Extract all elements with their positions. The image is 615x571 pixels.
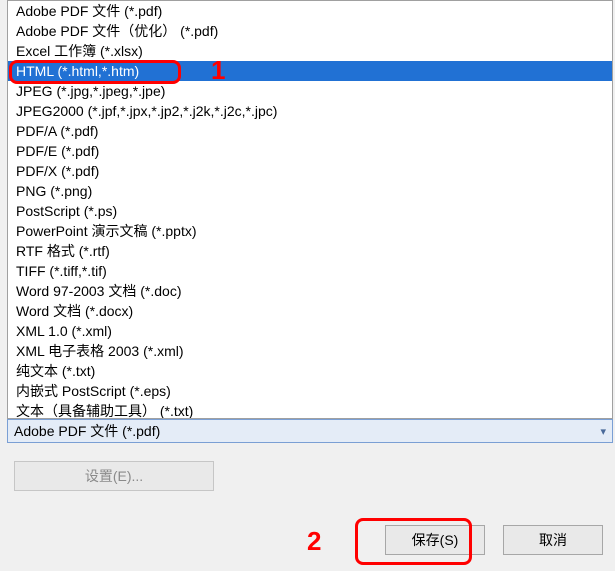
file-type-item[interactable]: PostScript (*.ps): [8, 201, 612, 221]
file-type-item[interactable]: 纯文本 (*.txt): [8, 361, 612, 381]
file-type-item[interactable]: PDF/E (*.pdf): [8, 141, 612, 161]
file-type-item[interactable]: 内嵌式 PostScript (*.eps): [8, 381, 612, 401]
annotation-label-2: 2: [307, 526, 321, 557]
file-type-item[interactable]: JPEG2000 (*.jpf,*.jpx,*.jp2,*.j2k,*.j2c,…: [8, 101, 612, 121]
file-type-listbox[interactable]: Adobe PDF 文件 (*.pdf)Adobe PDF 文件（优化） (*.…: [7, 0, 613, 419]
file-type-item[interactable]: Adobe PDF 文件 (*.pdf): [8, 1, 612, 21]
save-button[interactable]: 保存(S): [385, 525, 485, 555]
file-type-dropdown[interactable]: Adobe PDF 文件 (*.pdf) ▾: [7, 419, 613, 443]
file-type-item[interactable]: TIFF (*.tiff,*.tif): [8, 261, 612, 281]
file-type-item[interactable]: RTF 格式 (*.rtf): [8, 241, 612, 261]
file-type-item[interactable]: XML 1.0 (*.xml): [8, 321, 612, 341]
dialog-button-row: 保存(S) 取消: [385, 525, 603, 555]
file-type-item[interactable]: HTML (*.html,*.htm): [8, 61, 612, 81]
file-type-item[interactable]: 文本（具备辅助工具） (*.txt): [8, 401, 612, 419]
file-type-item[interactable]: XML 电子表格 2003 (*.xml): [8, 341, 612, 361]
save-button-label: 保存(S): [412, 532, 459, 548]
file-type-item[interactable]: Excel 工作簿 (*.xlsx): [8, 41, 612, 61]
chevron-down-icon: ▾: [600, 425, 606, 438]
file-type-item[interactable]: Word 文档 (*.docx): [8, 301, 612, 321]
file-type-item[interactable]: PNG (*.png): [8, 181, 612, 201]
cancel-button-label: 取消: [539, 532, 567, 548]
file-type-item[interactable]: Word 97-2003 文档 (*.doc): [8, 281, 612, 301]
settings-button-label: 设置(E)...: [85, 468, 143, 484]
file-type-dropdown-label: Adobe PDF 文件 (*.pdf): [14, 421, 600, 441]
file-type-item[interactable]: Adobe PDF 文件（优化） (*.pdf): [8, 21, 612, 41]
file-type-item[interactable]: PDF/A (*.pdf): [8, 121, 612, 141]
file-type-item[interactable]: JPEG (*.jpg,*.jpeg,*.jpe): [8, 81, 612, 101]
file-type-item[interactable]: PDF/X (*.pdf): [8, 161, 612, 181]
file-type-item[interactable]: PowerPoint 演示文稿 (*.pptx): [8, 221, 612, 241]
cancel-button[interactable]: 取消: [503, 525, 603, 555]
settings-button: 设置(E)...: [14, 461, 214, 491]
